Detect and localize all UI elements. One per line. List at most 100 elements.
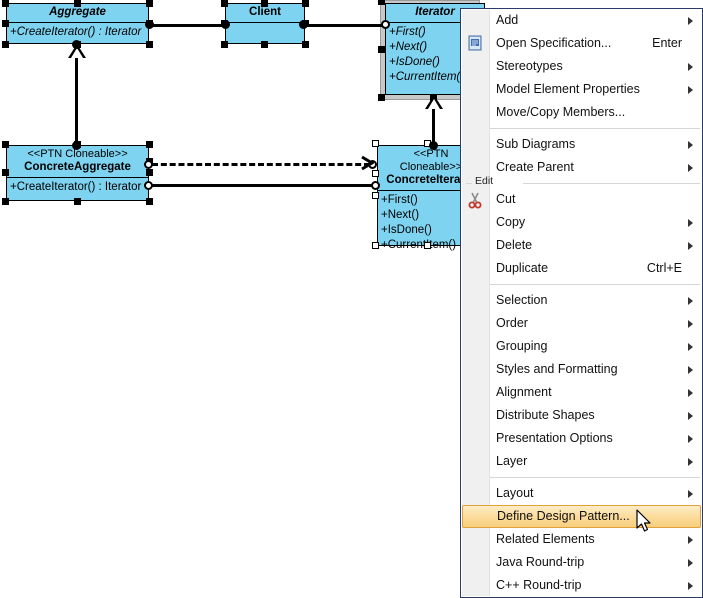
menu-item-label: Duplicate (496, 261, 549, 275)
selection-handle[interactable] (221, 0, 228, 7)
chevron-right-icon (688, 458, 693, 466)
selection-handle[interactable] (2, 141, 9, 148)
connector-endpoint[interactable] (429, 141, 438, 150)
selection-handle[interactable] (378, 46, 385, 53)
chevron-right-icon (688, 297, 693, 305)
menu-item-move-copy-members[interactable]: Move/Copy Members... (461, 101, 702, 124)
selection-handle[interactable] (146, 141, 153, 148)
connector-generalization-iterator[interactable] (432, 108, 435, 145)
menu-item-layer[interactable]: Layer (461, 450, 702, 473)
selection-handle[interactable] (74, 198, 81, 205)
class-concrete-aggregate-operations: +CreateIterator() : Iterator (7, 178, 148, 197)
dependency-arrowhead (361, 155, 374, 171)
selection-handle[interactable] (302, 41, 309, 48)
connector-endpoint[interactable] (221, 20, 230, 29)
selection-handle[interactable] (2, 198, 9, 205)
selection-handle[interactable] (2, 41, 9, 48)
selection-handle[interactable] (424, 242, 431, 249)
menu-separator (461, 280, 702, 289)
connector-endpoint[interactable] (144, 160, 153, 169)
connector-endpoint[interactable] (72, 141, 81, 150)
chevron-right-icon (688, 559, 693, 567)
menu-item-label: Presentation Options (496, 431, 613, 445)
menu-item-order[interactable]: Order (461, 312, 702, 335)
connector-generalization-aggregate[interactable] (75, 56, 78, 145)
selection-handle[interactable] (146, 169, 153, 176)
chevron-right-icon (688, 141, 693, 149)
class-aggregate[interactable]: Aggregate +CreateIterator() : Iterator (6, 3, 149, 44)
selection-handle[interactable] (74, 0, 81, 7)
menu-item-define-design-pattern[interactable]: Define Design Pattern... (462, 505, 701, 528)
menu-item-label: Layout (496, 486, 534, 500)
chevron-right-icon (688, 582, 693, 590)
selection-handle[interactable] (2, 0, 9, 7)
menu-item-label: Open Specification... (496, 36, 612, 50)
menu-item-open-specification[interactable]: Open Specification... Enter (461, 32, 702, 55)
menu-item-related-elements[interactable]: Related Elements (461, 528, 702, 551)
menu-item-cut[interactable]: Cut (461, 188, 702, 211)
chevron-right-icon (688, 86, 693, 94)
menu-item-label: Cut (496, 192, 516, 206)
menu-item-create-parent[interactable]: Create Parent (461, 156, 702, 179)
chevron-right-icon (688, 536, 693, 544)
menu-item-model-element-properties[interactable]: Model Element Properties (461, 78, 702, 101)
selection-handle[interactable] (372, 140, 379, 147)
connector-aggregate-client[interactable] (149, 24, 227, 27)
menu-item-label: Order (496, 316, 528, 330)
chevron-right-icon (688, 17, 693, 25)
menu-item-duplicate[interactable]: Duplicate Ctrl+E (461, 257, 702, 280)
connector-dependency[interactable] (152, 163, 370, 166)
diagram-element-context-menu[interactable]: Add Open Specification... Enter Stereoty… (460, 8, 703, 598)
generalization-arrowhead-inner (71, 48, 83, 58)
menu-item-delete[interactable]: Delete (461, 234, 702, 257)
menu-item-java-round-trip[interactable]: Java Round-trip (461, 551, 702, 574)
menu-item-add[interactable]: Add (461, 9, 702, 32)
selection-handle[interactable] (146, 41, 153, 48)
menu-item-layout[interactable]: Layout (461, 482, 702, 505)
selection-handle[interactable] (221, 41, 228, 48)
menu-item-label: Java Round-trip (496, 555, 585, 569)
scissors-icon (466, 191, 484, 209)
class-client[interactable]: Client (225, 3, 305, 44)
menu-item-alignment[interactable]: Alignment (461, 381, 702, 404)
connector-endpoint[interactable] (381, 20, 390, 29)
selection-handle[interactable] (2, 169, 9, 176)
selection-handle[interactable] (146, 0, 153, 7)
selection-handle[interactable] (372, 242, 379, 249)
menu-item-label: Grouping (496, 339, 548, 353)
connector-endpoint[interactable] (299, 20, 308, 29)
connector-endpoint[interactable] (144, 181, 153, 190)
menu-item-copy[interactable]: Copy (461, 211, 702, 234)
menu-item-presentation-options[interactable]: Presentation Options (461, 427, 702, 450)
chevron-right-icon (688, 63, 693, 71)
connector-endpoint[interactable] (371, 181, 380, 190)
menu-item-label: Model Element Properties (496, 82, 640, 96)
menu-item-sub-diagrams[interactable]: Sub Diagrams (461, 133, 702, 156)
menu-item-label: Add (496, 13, 519, 27)
menu-item-selection[interactable]: Selection (461, 289, 702, 312)
selection-handle[interactable] (378, 0, 385, 5)
menu-item-label: Stereotypes (496, 59, 563, 73)
menu-item-stereotypes[interactable]: Stereotypes (461, 55, 702, 78)
connector-client-iterator[interactable] (303, 24, 387, 27)
connector-association-concrete[interactable] (150, 184, 378, 187)
menu-item-label: Copy (496, 215, 526, 229)
menu-item-grouping[interactable]: Grouping (461, 335, 702, 358)
menu-item-label: Selection (496, 293, 548, 307)
selection-handle[interactable] (302, 0, 309, 7)
selection-handle[interactable] (146, 198, 153, 205)
selection-handle[interactable] (372, 170, 379, 177)
generalization-arrowhead-inner (428, 99, 440, 109)
class-concrete-aggregate[interactable]: <<PTN Cloneable>> ConcreteAggregate +Cre… (6, 145, 149, 201)
connector-endpoint[interactable] (145, 20, 154, 29)
menu-item-label: C++ Round-trip (496, 578, 582, 592)
selection-handle[interactable] (372, 192, 379, 199)
selection-handle[interactable] (261, 0, 268, 7)
chevron-right-icon (688, 219, 693, 227)
selection-handle[interactable] (2, 20, 9, 27)
connector-endpoint[interactable] (72, 40, 81, 49)
menu-item-styles-and-formatting[interactable]: Styles and Formatting (461, 358, 702, 381)
selection-handle[interactable] (378, 94, 385, 101)
menu-item-distribute-shapes[interactable]: Distribute Shapes (461, 404, 702, 427)
selection-handle[interactable] (261, 41, 268, 48)
